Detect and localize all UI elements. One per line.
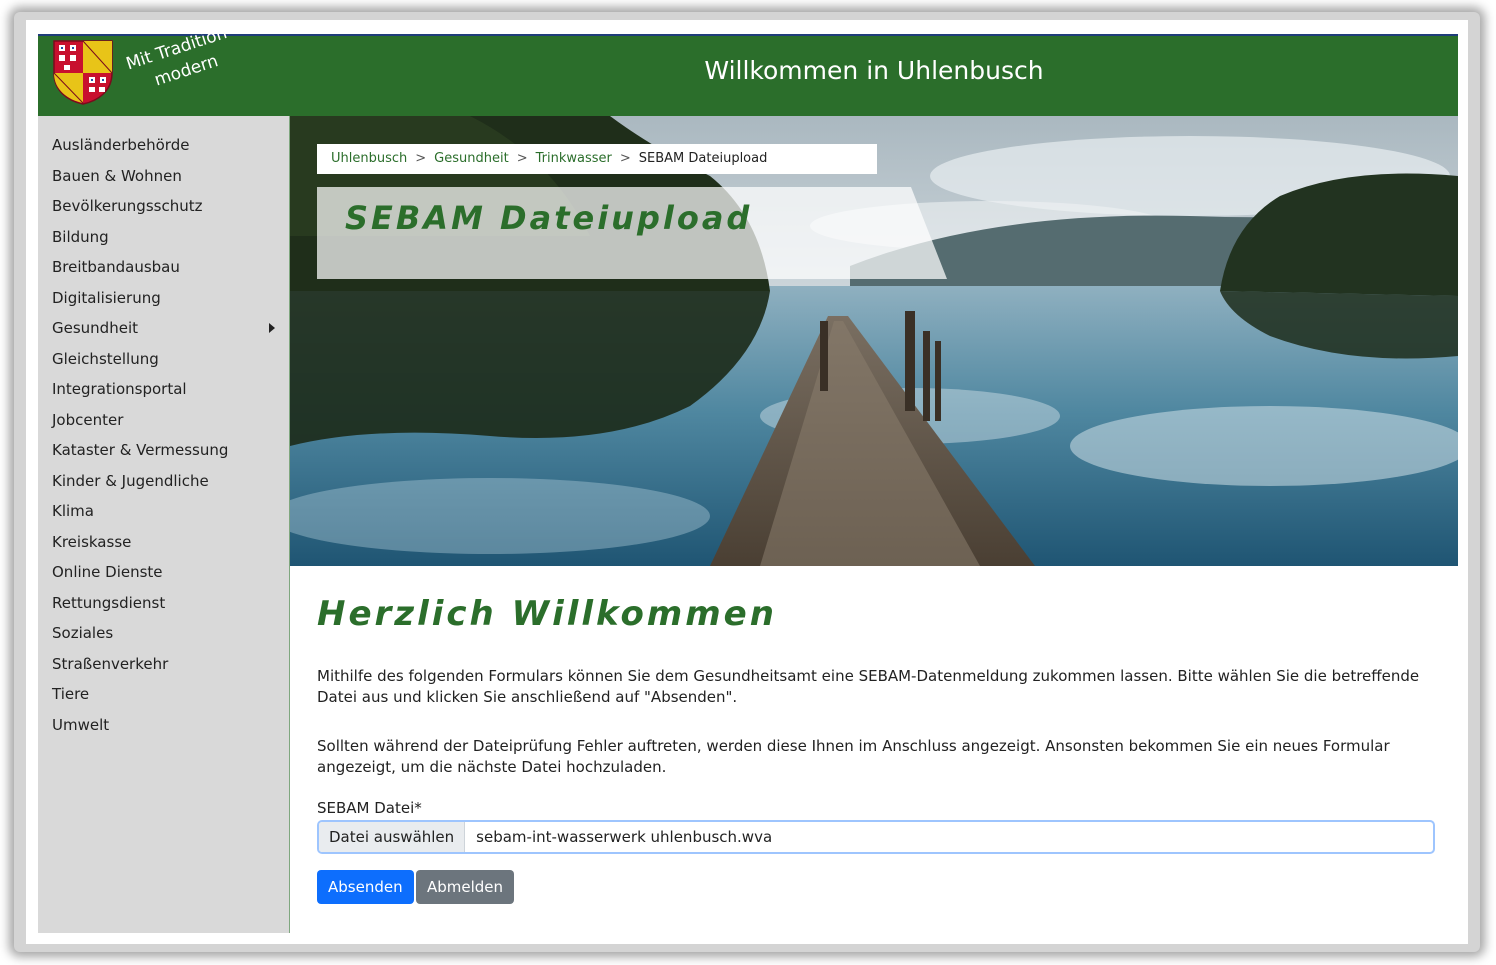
breadcrumb-link-gesundheit[interactable]: Gesundheit bbox=[434, 151, 509, 166]
sidebar-item-jobcenter[interactable]: Jobcenter bbox=[38, 405, 289, 436]
sidebar-item-gleichstellung[interactable]: Gleichstellung bbox=[38, 344, 289, 375]
sidebar-item-strassenverkehr[interactable]: Straßenverkehr bbox=[38, 649, 289, 680]
selected-file-name: sebam-int-wasserwerk uhlenbusch.wva bbox=[476, 828, 773, 846]
sidebar-item-bevoelkerungsschutz[interactable]: Bevölkerungsschutz bbox=[38, 191, 289, 222]
site-title: Willkommen in Uhlenbusch bbox=[704, 56, 1044, 85]
breadcrumb-separator: > bbox=[619, 151, 631, 166]
site-header: Mit Tradition modern Willkommen in Uhlen… bbox=[38, 34, 1458, 116]
sidebar-item-online-dienste[interactable]: Online Dienste bbox=[38, 557, 289, 588]
sidebar-item-auslaenderbehoerde[interactable]: Ausländerbehörde bbox=[38, 130, 289, 161]
coat-of-arms-icon[interactable] bbox=[52, 39, 114, 105]
breadcrumb-current: SEBAM Dateiupload bbox=[638, 151, 768, 166]
breadcrumb-link-trinkwasser[interactable]: Trinkwasser bbox=[536, 151, 612, 166]
sidebar-item-kreiskasse[interactable]: Kreiskasse bbox=[38, 527, 289, 558]
sidebar-item-soziales[interactable]: Soziales bbox=[38, 618, 289, 649]
sidebar-nav: Ausländerbehörde Bauen & Wohnen Bevölker… bbox=[38, 116, 289, 740]
choose-file-button[interactable]: Datei auswählen bbox=[319, 822, 466, 852]
sidebar-item-bildung[interactable]: Bildung bbox=[38, 222, 289, 253]
hero-image bbox=[290, 116, 1458, 566]
welcome-heading: Herzlich Willkommen bbox=[317, 594, 777, 634]
sidebar-item-gesundheit[interactable]: Gesundheit bbox=[38, 313, 289, 344]
caret-right-icon[interactable] bbox=[269, 323, 275, 333]
sidebar: Ausländerbehörde Bauen & Wohnen Bevölker… bbox=[38, 116, 290, 933]
breadcrumb-separator: > bbox=[415, 151, 427, 166]
submit-button[interactable]: Absenden bbox=[317, 870, 414, 904]
window-inner: Mit Tradition modern Willkommen in Uhlen… bbox=[26, 20, 1468, 944]
file-input[interactable]: Datei auswählen sebam-int-wasserwerk uhl… bbox=[317, 820, 1435, 854]
hero-title-box: SEBAM Dateiupload bbox=[317, 187, 947, 279]
sidebar-item-umwelt[interactable]: Umwelt bbox=[38, 710, 289, 741]
intro-paragraph: Mithilfe des folgenden Formulars können … bbox=[317, 667, 1420, 706]
page: Mit Tradition modern Willkommen in Uhlen… bbox=[38, 34, 1458, 933]
sidebar-item-klima[interactable]: Klima bbox=[38, 496, 289, 527]
slogan: Mit Tradition modern bbox=[120, 34, 243, 99]
window-frame: Mit Tradition modern Willkommen in Uhlen… bbox=[14, 12, 1480, 952]
sidebar-item-bauen-wohnen[interactable]: Bauen & Wohnen bbox=[38, 161, 289, 192]
hero-title: SEBAM Dateiupload bbox=[345, 199, 753, 237]
sidebar-item-kataster-vermessung[interactable]: Kataster & Vermessung bbox=[38, 435, 289, 466]
breadcrumb-link-uhlenbusch[interactable]: Uhlenbusch bbox=[331, 151, 407, 166]
info-paragraph: Sollten während der Dateiprüfung Fehler … bbox=[317, 737, 1390, 776]
breadcrumb: Uhlenbusch > Gesundheit > Trinkwasser > SEBAM … bbox=[317, 144, 877, 174]
sidebar-item-rettungsdienst[interactable]: Rettungsdienst bbox=[38, 588, 289, 619]
breadcrumb-separator: > bbox=[516, 151, 528, 166]
sidebar-item-breitbandausbau[interactable]: Breitbandausbau bbox=[38, 252, 289, 283]
sidebar-item-tiere[interactable]: Tiere bbox=[38, 679, 289, 710]
sidebar-item-integrationsportal[interactable]: Integrationsportal bbox=[38, 374, 289, 405]
file-field-label: SEBAM Datei* bbox=[317, 799, 422, 817]
sidebar-item-label: Gesundheit bbox=[52, 319, 138, 337]
sidebar-item-digitalisierung[interactable]: Digitalisierung bbox=[38, 283, 289, 314]
logout-button[interactable]: Abmelden bbox=[416, 870, 515, 904]
sidebar-item-kinder-jugendliche[interactable]: Kinder & Jugendliche bbox=[38, 466, 289, 497]
